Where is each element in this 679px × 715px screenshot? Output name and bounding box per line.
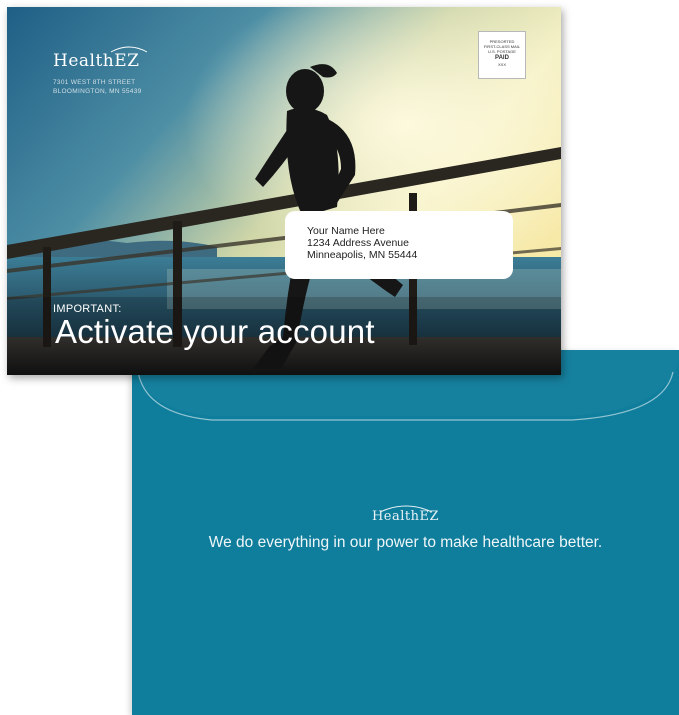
logo-arc-icon — [110, 46, 148, 53]
recipient-address-window: Your Name Here 1234 Address Avenue Minne… — [285, 211, 513, 279]
return-address: 7301 WEST 8TH STREET BLOOMINGTON, MN 554… — [53, 78, 142, 96]
postcard-front: HealthEZ 7301 WEST 8TH STREET BLOOMINGTO… — [7, 7, 561, 375]
headline: Activate your account — [55, 313, 375, 350]
recipient-name: Your Name Here — [307, 225, 385, 237]
envelope-tagline: We do everything in our power to make he… — [208, 534, 603, 551]
envelope-back: HealthEZ We do everything in our power t… — [132, 350, 679, 715]
postcard-logo-text: HealthEZ — [53, 51, 140, 71]
recipient-street: 1234 Address Avenue — [307, 237, 409, 249]
envelope-logo-text: HealthEZ — [371, 509, 440, 524]
return-address-line: BLOOMINGTON, MN 55439 — [53, 88, 142, 95]
postage-paid: PAID — [495, 55, 509, 61]
postcard-logo: HealthEZ — [53, 46, 148, 71]
postage-line: XXX — [497, 62, 506, 67]
recipient-city: Minneapolis, MN 55444 — [307, 249, 418, 261]
envelope-logo: HealthEZ — [132, 503, 679, 524]
mailer-mockup: HealthEZ We do everything in our power t… — [0, 0, 679, 715]
postage-indicia: PRESORTED FIRST-CLASS MAIL U.S. POSTAGE … — [478, 31, 526, 79]
return-address-line: 7301 WEST 8TH STREET — [53, 79, 136, 86]
envelope-flap — [137, 371, 674, 421]
